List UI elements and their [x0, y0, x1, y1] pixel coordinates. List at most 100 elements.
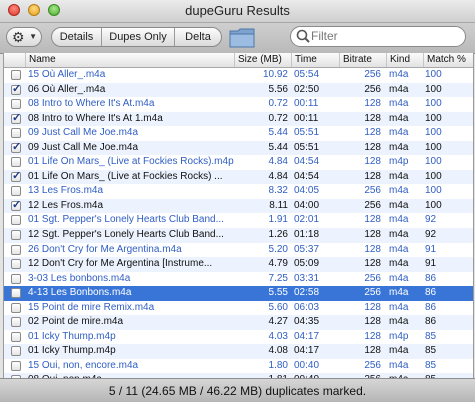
size-cell: 4.84 — [268, 156, 288, 168]
kind-cell: m4a — [389, 345, 409, 357]
match-cell: 100 — [425, 98, 442, 110]
size-column-header[interactable]: Size (MB) — [235, 53, 292, 67]
time-cell: 05:37 — [294, 243, 320, 255]
time-cell: 04:54 — [294, 156, 320, 168]
name-cell: 01 Sgt. Pepper's Lonely Hearts Club Band… — [28, 214, 224, 226]
size-cell: 5.60 — [268, 301, 288, 313]
bitrate-cell: 128 — [364, 258, 381, 270]
match-cell: 100 — [425, 83, 442, 95]
table-row[interactable]: 08 Intro to Where It's At 1.m4a 0.72 00:11… — [4, 111, 473, 127]
table-row[interactable]: 01 Icky Thump.m4p 4.03 04:17 128 m4p 85 — [4, 330, 473, 345]
bitrate-cell: 256 — [364, 359, 381, 371]
time-cell: 00:11 — [294, 98, 319, 110]
dupes-only-button[interactable]: Dupes Only — [102, 28, 175, 46]
mark-checkbox[interactable] — [11, 317, 21, 328]
folder-icon[interactable] — [228, 25, 256, 49]
mark-checkbox[interactable] — [11, 215, 21, 226]
name-cell: 01 Icky Thump.m4p — [28, 345, 116, 357]
kind-cell: m4a — [389, 258, 409, 270]
name-cell: 12 Don't Cry for Me Argentina [Instrume.… — [28, 258, 213, 270]
table-row[interactable]: 12 Don't Cry for Me Argentina [Instrume.… — [4, 257, 473, 272]
mark-checkbox[interactable] — [11, 82, 21, 96]
bitrate-cell: 128 — [364, 316, 381, 328]
mark-checkbox[interactable] — [11, 99, 21, 110]
mark-checkbox[interactable] — [11, 346, 21, 357]
size-cell: 4.79 — [268, 258, 288, 270]
size-cell: 10.92 — [262, 69, 288, 80]
table-row[interactable]: 09 Just Call Me Joe.m4a 5.44 05:51 128 m4a 10… — [4, 126, 473, 141]
mark-checkbox[interactable] — [11, 302, 21, 313]
mark-checkbox[interactable] — [11, 111, 21, 125]
delta-button[interactable]: Delta — [175, 28, 221, 46]
mark-checkbox[interactable] — [11, 331, 21, 342]
size-cell: 4.03 — [268, 330, 288, 342]
name-cell: 06 Où Aller_.m4a — [28, 83, 106, 95]
action-menu-button[interactable]: ⚙ ▼ — [6, 27, 42, 47]
bitrate-cell: 128 — [364, 127, 381, 139]
mark-checkbox[interactable] — [11, 140, 21, 154]
filter-input[interactable] — [311, 28, 459, 44]
match-column-header[interactable]: Match % — [424, 53, 473, 67]
table-row[interactable]: 01 Sgt. Pepper's Lonely Hearts Club Band… — [4, 213, 473, 228]
table-row[interactable]: 15 Point de mire Remix.m4a 5.60 06:03 128 m4… — [4, 301, 473, 316]
match-cell: 91 — [425, 258, 437, 270]
table-row[interactable]: 12 Les Fros.m4a 8.11 04:00 256 m4a 100 — [4, 198, 473, 214]
table-row[interactable]: 15 Où Aller_.m4a 10.92 05:54 256 m4a 100 — [4, 68, 473, 83]
mark-checkbox[interactable] — [11, 128, 21, 139]
search-icon — [296, 29, 310, 43]
mark-checkbox[interactable] — [11, 288, 21, 299]
status-text: 5 / 11 (24.65 MB / 46.22 MB) duplicates … — [108, 384, 367, 398]
mark-checkbox[interactable] — [11, 360, 21, 371]
mark-checkbox[interactable] — [11, 157, 21, 168]
time-column-header[interactable]: Time — [292, 53, 340, 67]
table-row[interactable]: 06 Où Aller_.m4a 5.56 02:50 256 m4a 100 — [4, 82, 473, 98]
mark-checkbox[interactable] — [11, 198, 21, 212]
kind-cell: m4a — [389, 141, 409, 153]
match-cell: 100 — [425, 170, 442, 182]
mark-checkbox[interactable] — [11, 259, 21, 270]
mark-checkbox[interactable] — [11, 244, 21, 255]
title-bar: dupeGuru Results — [0, 0, 475, 23]
filter-field[interactable] — [290, 26, 466, 47]
bitrate-cell: 128 — [364, 229, 381, 241]
bitrate-column-header[interactable]: Bitrate — [340, 53, 387, 67]
time-cell: 05:09 — [294, 258, 320, 270]
name-column-header[interactable]: Name — [26, 53, 235, 67]
bitrate-cell: 256 — [364, 69, 381, 80]
table-row[interactable]: 3-03 Les bonbons.m4a 7.25 03:31 256 m4a 86 — [4, 272, 473, 287]
kind-cell: m4a — [389, 98, 409, 110]
checkbox-column-header[interactable] — [4, 53, 26, 67]
time-cell: 03:31 — [294, 272, 320, 284]
match-cell: 92 — [425, 214, 437, 226]
kind-cell: m4a — [389, 69, 409, 80]
match-cell: 86 — [425, 316, 437, 328]
table-row[interactable]: 12 Sgt. Pepper's Lonely Hearts Club Band… — [4, 228, 473, 243]
table-row[interactable]: 09 Just Call Me Joe.m4a 5.44 05:51 128 m4a 10… — [4, 140, 473, 156]
mark-checkbox[interactable] — [11, 70, 21, 80]
match-cell: 92 — [425, 229, 437, 241]
name-cell: 01 Icky Thump.m4p — [28, 330, 116, 342]
bitrate-cell: 128 — [364, 141, 381, 153]
table-row[interactable]: 08 Intro to Where It's At.m4a 0.72 00:11 12… — [4, 97, 473, 112]
table-row[interactable]: 15 Oui, non, encore.m4a 1.80 00:40 256 m4a 85 — [4, 359, 473, 374]
kind-cell: m4a — [389, 287, 409, 299]
table-row[interactable]: 01 Life On Mars_ (Live at Fockies Rocks)… — [4, 169, 473, 185]
kind-column-header[interactable]: Kind — [387, 53, 424, 67]
size-cell: 1.80 — [268, 359, 288, 371]
mark-checkbox[interactable] — [11, 273, 21, 284]
match-cell: 85 — [425, 345, 437, 357]
table-row[interactable]: 26 Don't Cry for Me Argentina.m4a 5.20 05:… — [4, 243, 473, 258]
table-row[interactable]: 4-13 Les Bonbons.m4a 5.55 02:58 256 m4a 86 — [4, 286, 473, 301]
kind-cell: m4a — [389, 229, 409, 241]
match-cell: 100 — [425, 141, 442, 153]
table-row[interactable]: 01 Life On Mars_ (Live at Fockies Rocks)… — [4, 155, 473, 170]
time-cell: 01:18 — [294, 229, 320, 241]
size-cell: 7.25 — [268, 272, 288, 284]
details-button[interactable]: Details — [52, 28, 102, 46]
table-row[interactable]: 13 Les Fros.m4a 8.32 04:05 256 m4a 100 — [4, 184, 473, 199]
table-row[interactable]: 01 Icky Thump.m4p 4.08 04:17 128 m4a 85 — [4, 344, 473, 359]
mark-checkbox[interactable] — [11, 230, 21, 241]
mark-checkbox[interactable] — [11, 169, 21, 183]
mark-checkbox[interactable] — [11, 186, 21, 197]
table-row[interactable]: 02 Point de mire.m4a 4.27 04:35 128 m4a 86 — [4, 315, 473, 330]
